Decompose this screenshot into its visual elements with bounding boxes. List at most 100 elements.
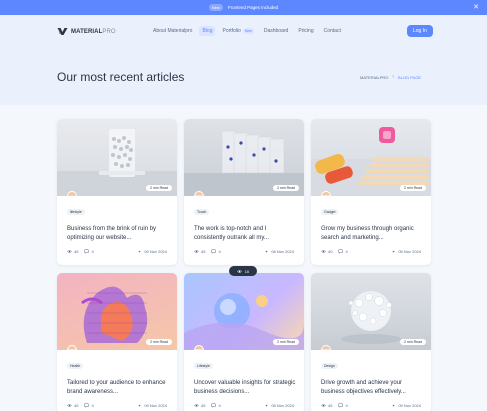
- login-button[interactable]: Log In: [407, 25, 433, 37]
- eye-icon: [321, 250, 326, 253]
- read-time-badge: 2 min Read: [400, 185, 426, 191]
- views-stat: 45: [67, 403, 78, 408]
- comments-stat: 4: [338, 403, 348, 408]
- post-date: 05 Nov 2024: [391, 249, 421, 254]
- calendar-icon: [266, 250, 268, 253]
- article-meta: 45 4 08 Nov 2024: [194, 249, 294, 254]
- comment-icon: [84, 403, 90, 408]
- nav-portfolio-badge: New: [242, 28, 254, 34]
- views-count: 45: [201, 249, 206, 254]
- category-tag[interactable]: Gadget: [321, 209, 339, 215]
- article-image[interactable]: 2 min Read: [311, 119, 431, 196]
- article-card[interactable]: 2 min Read Health Tailored to your audie…: [57, 273, 177, 411]
- article-meta: 40 4 05 Nov 2024: [321, 249, 421, 254]
- nav-portfolio-label: Portfolio: [222, 28, 241, 34]
- logo-icon: [57, 28, 68, 35]
- article-title[interactable]: Uncover valuable insights for strategic …: [194, 379, 298, 396]
- comment-icon: [211, 249, 217, 254]
- nav-portfolio[interactable]: Portfolio New: [219, 26, 256, 36]
- article-card[interactable]: 2 min Read lifestyle Business from the b…: [57, 119, 177, 265]
- views-stat: 45: [67, 249, 78, 254]
- post-date-text: 05 Nov 2024: [398, 249, 421, 254]
- comments-count: 4: [218, 249, 221, 254]
- article-title[interactable]: Drive growth and achieve your business o…: [321, 379, 425, 396]
- eye-icon: [67, 250, 72, 253]
- comments-count: 4: [345, 249, 348, 254]
- article-card[interactable]: 2 min Read Touch The work is top-notch a…: [184, 119, 304, 265]
- post-date: 09 Nov 2024: [137, 403, 167, 408]
- category-tag[interactable]: Touch: [194, 209, 210, 215]
- read-time-badge: 2 min Read: [273, 185, 299, 191]
- read-time-badge: 2 min Read: [146, 339, 172, 345]
- comment-icon: [211, 403, 217, 408]
- category-tag[interactable]: Health: [67, 363, 84, 369]
- nav-blog[interactable]: Blog: [199, 26, 216, 36]
- author-avatar[interactable]: [321, 191, 331, 196]
- views-count: 45: [74, 403, 79, 408]
- views-count: 45: [201, 403, 206, 408]
- article-meta: 45 4 09 Nov 2024: [67, 249, 167, 254]
- calendar-icon: [139, 404, 141, 407]
- author-avatar[interactable]: [194, 345, 204, 350]
- page-title: Our most recent articles: [57, 70, 185, 84]
- post-date: 09 Nov 2024: [391, 403, 421, 408]
- article-image[interactable]: 2 min Read: [184, 119, 304, 196]
- article-title[interactable]: Tailored to your audience to enhance bra…: [67, 379, 171, 396]
- read-time-badge: 2 min Read: [400, 339, 426, 345]
- article-title[interactable]: The work is top-notch and I consistently…: [194, 225, 298, 242]
- article-image[interactable]: 2 min Read: [184, 273, 304, 350]
- calendar-icon: [393, 404, 395, 407]
- author-avatar[interactable]: [321, 345, 331, 350]
- post-date: 09 Nov 2024: [137, 249, 167, 254]
- nav-about[interactable]: About Materialpro: [150, 26, 195, 36]
- comments-count: 4: [91, 403, 94, 408]
- article-meta: 45 4 08 Nov 2024: [194, 403, 294, 408]
- author-avatar[interactable]: [67, 191, 77, 196]
- views-count: 40: [328, 249, 333, 254]
- article-title[interactable]: Business from the brink of ruin by optim…: [67, 225, 171, 242]
- floating-pill-count: 10: [244, 268, 250, 274]
- views-stat: 45: [194, 249, 205, 254]
- views-count: 45: [74, 249, 79, 254]
- comment-icon: [338, 249, 344, 254]
- category-tag[interactable]: lifestyle: [67, 209, 85, 215]
- comments-stat: 4: [211, 403, 221, 408]
- nav-pricing[interactable]: Pricing: [295, 26, 316, 36]
- floating-pill[interactable]: 10: [229, 266, 257, 276]
- category-tag[interactable]: Design: [321, 363, 338, 369]
- comments-count: 4: [91, 249, 94, 254]
- views-stat: 45: [321, 403, 332, 408]
- breadcrumb-home[interactable]: MATERIALPRO: [360, 75, 388, 80]
- article-title[interactable]: Grow my business through organic search …: [321, 225, 425, 242]
- comments-stat: 4: [211, 249, 221, 254]
- announcement-text[interactable]: Frontend Pages Included: [228, 5, 278, 10]
- close-icon[interactable]: ✕: [473, 3, 479, 12]
- post-date: 08 Nov 2024: [264, 403, 294, 408]
- comment-icon: [338, 403, 344, 408]
- article-image[interactable]: 2 min Read: [311, 273, 431, 350]
- comments-count: 4: [345, 403, 348, 408]
- article-meta: 45 4 09 Nov 2024: [321, 403, 421, 408]
- category-tag[interactable]: Lifestyle: [194, 363, 213, 369]
- author-avatar[interactable]: [194, 191, 204, 196]
- views-count: 45: [328, 403, 333, 408]
- nav-dashboard[interactable]: Dashboard: [261, 26, 291, 36]
- nav-contact[interactable]: Contact: [321, 26, 344, 36]
- calendar-icon: [139, 250, 141, 253]
- article-image[interactable]: 2 min Read: [57, 273, 177, 350]
- eye-icon: [236, 269, 242, 273]
- article-card[interactable]: 2 min Read Gadget Grow my business throu…: [311, 119, 431, 265]
- brand-logo[interactable]: MATERIALPRO: [57, 27, 116, 36]
- post-date-text: 08 Nov 2024: [271, 249, 294, 254]
- announcement-bar: New Frontend Pages Included ✕: [0, 0, 487, 15]
- eye-icon: [67, 404, 72, 407]
- views-stat: 45: [194, 403, 205, 408]
- article-image[interactable]: 2 min Read: [57, 119, 177, 196]
- eye-icon: [194, 250, 199, 253]
- author-avatar[interactable]: [67, 345, 77, 350]
- post-date-text: 09 Nov 2024: [398, 403, 421, 408]
- article-card[interactable]: 2 min Read Design Drive growth and achie…: [311, 273, 431, 411]
- brand-name: MATERIALPRO: [71, 29, 116, 35]
- article-card[interactable]: 2 min Read Lifestyle Uncover valuable in…: [184, 273, 304, 411]
- read-time-badge: 2 min Read: [146, 185, 172, 191]
